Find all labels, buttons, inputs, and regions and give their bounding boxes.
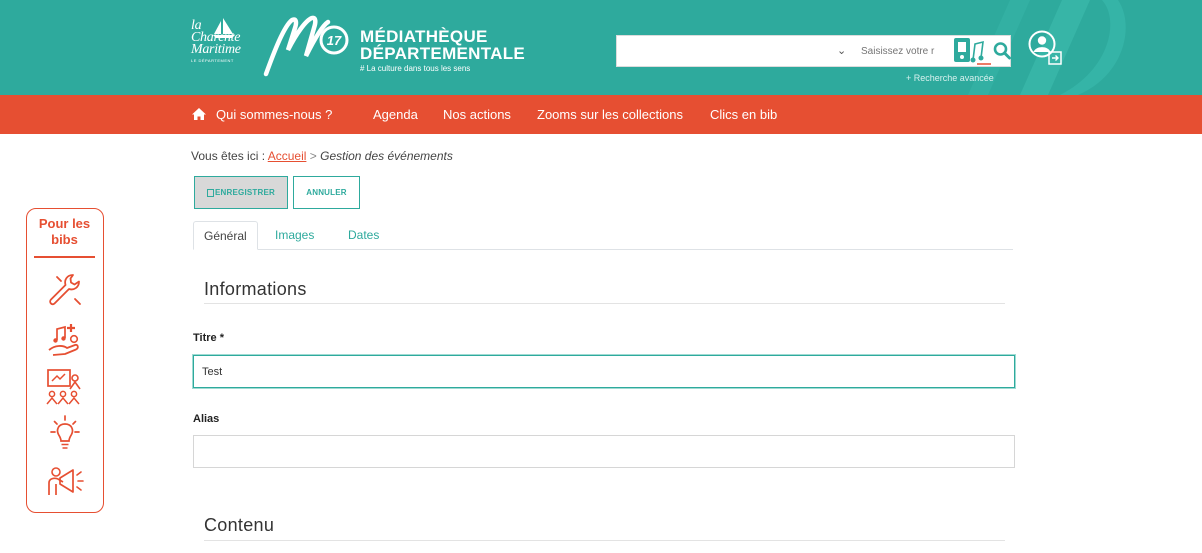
breadcrumb-home-link[interactable]: Accueil	[268, 149, 307, 163]
alias-field[interactable]	[193, 435, 1015, 468]
logo-badge-number: 17	[327, 33, 342, 48]
title-field-label: Titre *	[193, 332, 224, 344]
brand-line-2: DÉPARTEMENTALE	[360, 44, 526, 63]
save-button-label: ENREGISTRER	[215, 188, 275, 197]
tab-dates[interactable]: Dates	[338, 221, 389, 250]
section-title-contenu: Contenu	[204, 515, 275, 535]
side-widget-title-line-1: Pour les	[38, 216, 91, 231]
tab-general[interactable]: Général	[193, 221, 258, 250]
sailboat-icon	[213, 18, 235, 38]
cancel-button[interactable]: ANNULER	[293, 176, 360, 209]
tab-images[interactable]: Images	[265, 221, 324, 250]
breadcrumb-prefix: Vous êtes ici :	[191, 149, 266, 163]
partner-logo-sub: LE DÉPARTEMENT	[191, 58, 234, 63]
lightbulb-icon[interactable]	[43, 414, 87, 454]
nav-item-nos-actions[interactable]: Nos actions	[443, 107, 511, 122]
alias-field-label: Alias	[193, 413, 220, 425]
training-icon[interactable]	[43, 367, 87, 407]
side-widget-title: Pour les bibs	[27, 216, 102, 248]
search-bar: ⌄	[616, 35, 1011, 67]
nav-item-qui-sommes-nous[interactable]: Qui sommes-nous ?	[216, 107, 332, 122]
media-types-icon	[954, 38, 991, 65]
nav-item-zooms-collections[interactable]: Zooms sur les collections	[537, 107, 683, 122]
title-field[interactable]	[193, 355, 1015, 388]
hand-music-icon[interactable]	[43, 320, 87, 360]
brand-tagline: # La culture dans tous les sens	[360, 64, 471, 73]
charente-maritime-logo[interactable]: la Charente Maritime LE DÉPARTEMENT	[191, 18, 253, 70]
cancel-button-label: ANNULER	[306, 188, 347, 197]
save-icon	[207, 188, 214, 197]
home-icon[interactable]	[191, 107, 207, 121]
partner-logo-line-3: Maritime	[191, 42, 241, 57]
site-brand[interactable]: MÉDIATHÈQUE DÉPARTEMENTALE # La culture …	[360, 28, 525, 74]
advanced-search-link[interactable]: + Recherche avancée	[906, 73, 994, 83]
md17-logo[interactable]: 17	[262, 12, 352, 82]
breadcrumb: Vous êtes ici : Accueil > Gestion des év…	[191, 149, 453, 163]
header-background-decoration	[968, 0, 1126, 95]
nav-item-agenda[interactable]: Agenda	[373, 107, 418, 122]
side-widget-title-line-2: bibs	[51, 232, 78, 247]
site-header: la Charente Maritime LE DÉPARTEMENT 17 M…	[0, 0, 1202, 95]
section-divider	[204, 303, 1005, 304]
section-divider	[204, 540, 1005, 541]
nav-item-clics-en-bib[interactable]: Clics en bib	[710, 107, 777, 122]
wrench-icon[interactable]	[43, 271, 87, 311]
brand-line-1: MÉDIATHÈQUE	[360, 27, 488, 46]
main-navigation: Qui sommes-nous ? Agenda Nos actions Zoo…	[0, 95, 1202, 134]
section-title-informations: Informations	[204, 279, 307, 299]
chevron-down-icon: ⌄	[837, 45, 847, 57]
breadcrumb-current: Gestion des événements	[320, 149, 453, 163]
search-input[interactable]	[861, 41, 947, 61]
save-button[interactable]: ENREGISTRER	[194, 176, 288, 209]
side-widget-divider	[34, 256, 95, 258]
user-login-icon[interactable]	[1028, 30, 1062, 66]
pour-les-bibs-widget: Pour les bibs	[26, 208, 104, 513]
megaphone-icon[interactable]	[43, 461, 87, 501]
search-icon[interactable]	[993, 41, 1011, 61]
search-scope-select[interactable]: ⌄	[617, 36, 847, 66]
breadcrumb-separator: >	[309, 149, 317, 163]
